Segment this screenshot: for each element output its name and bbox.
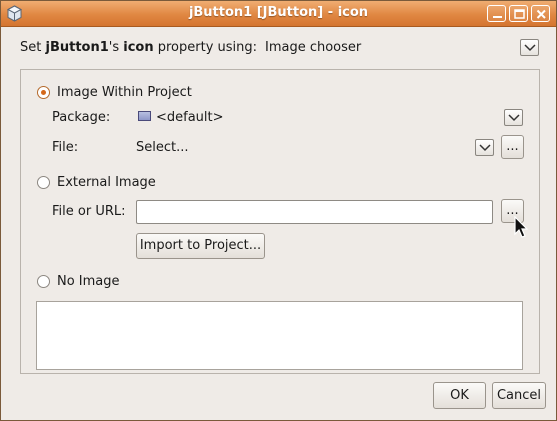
minimize-button[interactable] — [487, 5, 506, 22]
radio-external-image[interactable] — [37, 176, 50, 189]
close-button[interactable] — [531, 5, 550, 22]
maximize-icon — [514, 9, 525, 19]
file-select-value[interactable]: Select... — [136, 140, 189, 155]
window-title: jButton1 [JButton] - icon — [188, 5, 369, 20]
folder-icon — [138, 111, 151, 121]
file-or-url-input[interactable] — [136, 200, 493, 224]
mouse-cursor-icon — [514, 216, 529, 238]
close-icon — [536, 9, 546, 19]
cancel-button[interactable]: Cancel — [492, 382, 546, 409]
property-description: Set jButton1's icon property using: — [20, 40, 257, 55]
prop-suffix: property using: — [153, 40, 258, 55]
chevron-down-icon — [508, 114, 520, 122]
chevron-down-icon — [524, 44, 536, 52]
prop-possessive: 's — [108, 40, 124, 55]
editor-select-value[interactable]: Image chooser — [265, 40, 361, 55]
label-external-image[interactable]: External Image — [57, 175, 156, 190]
file-dropdown[interactable] — [475, 139, 494, 156]
label-no-image[interactable]: No Image — [57, 274, 120, 289]
ok-button[interactable]: OK — [433, 382, 486, 409]
label-image-within-project[interactable]: Image Within Project — [57, 85, 192, 100]
prop-component: jButton1 — [45, 40, 109, 55]
editor-select-dropdown[interactable] — [520, 39, 539, 56]
package-dropdown[interactable] — [504, 109, 523, 126]
dialog-window: jButton1 [JButton] - icon Set jButton1's… — [0, 0, 557, 421]
file-browse-button[interactable]: ... — [501, 135, 524, 159]
prop-prefix: Set — [20, 40, 46, 55]
radio-no-image[interactable] — [37, 275, 50, 288]
file-label: File: — [52, 140, 79, 155]
package-label: Package: — [52, 110, 111, 125]
title-bar[interactable]: jButton1 [JButton] - icon — [1, 1, 556, 27]
minimize-icon — [493, 16, 502, 18]
maximize-button[interactable] — [509, 5, 528, 22]
image-preview-area — [36, 301, 523, 370]
radio-image-within-project[interactable] — [37, 86, 50, 99]
file-or-url-label: File or URL: — [52, 204, 126, 219]
import-to-project-button[interactable]: Import to Project... — [136, 233, 265, 259]
chevron-down-icon — [479, 144, 491, 152]
prop-property: icon — [123, 40, 154, 55]
package-select-value[interactable]: <default> — [156, 110, 224, 125]
